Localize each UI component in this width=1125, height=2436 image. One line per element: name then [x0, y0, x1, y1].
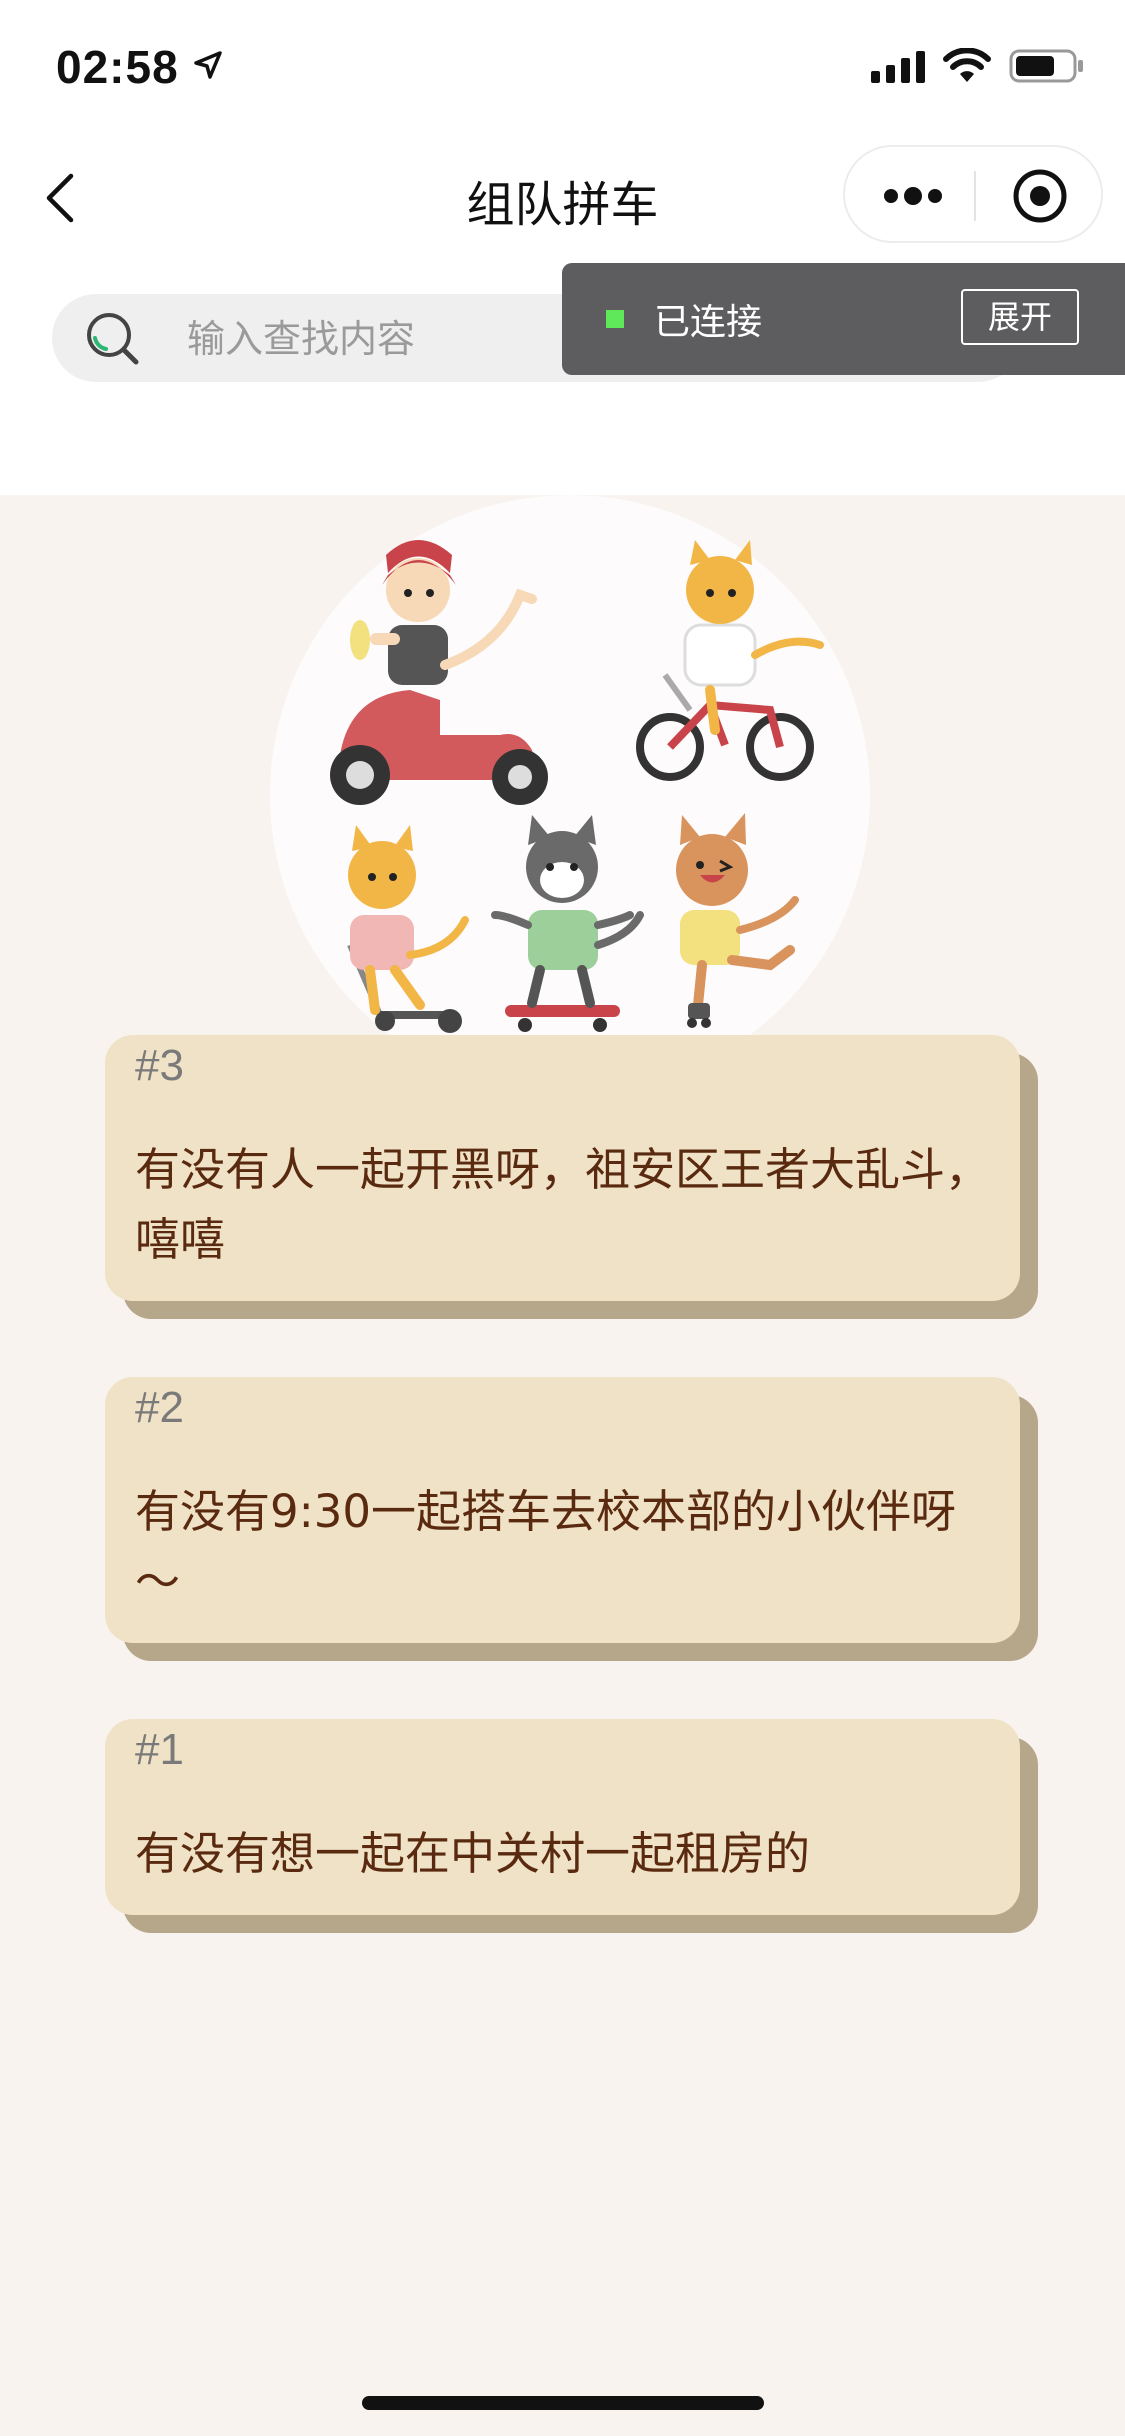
capsule-divider	[974, 171, 976, 221]
wifi-icon	[943, 47, 991, 88]
close-miniprogram-button[interactable]	[990, 167, 1090, 225]
status-time: 02:58	[56, 41, 179, 93]
capsule-menu	[843, 145, 1103, 243]
location-arrow-icon	[193, 50, 223, 84]
post-number: #3	[135, 1041, 184, 1090]
post-text: 有没有9:30一起搭车去校本部的小伙伴呀～	[135, 1485, 957, 1608]
expand-button[interactable]: 展开	[961, 289, 1079, 345]
more-dots-icon	[884, 187, 942, 205]
target-icon	[1013, 169, 1067, 223]
search-icon	[87, 313, 139, 365]
post-text: 有没有人一起开黑呀，祖安区王者大乱斗，嘻嘻	[135, 1143, 991, 1266]
status-bar: 02:58	[0, 0, 1125, 135]
post-text: 有没有想一起在中关村一起租房的	[135, 1827, 811, 1880]
post-card[interactable]: #3 有没有人一起开黑呀，祖安区王者大乱斗，嘻嘻	[105, 1035, 1038, 1319]
cats-illustration	[270, 495, 870, 1035]
signal-icon	[871, 49, 925, 87]
post-card[interactable]: #2 有没有9:30一起搭车去校本部的小伙伴呀～	[105, 1377, 1038, 1661]
connection-status-text: 已连接	[654, 302, 763, 343]
more-button[interactable]	[863, 167, 963, 225]
home-indicator	[362, 2396, 764, 2410]
post-card[interactable]: #1 有没有想一起在中关村一起租房的	[105, 1719, 1038, 1933]
battery-icon	[1009, 48, 1085, 88]
connection-bar: 已连接 展开	[562, 263, 1125, 375]
nav-bar: 组队拼车	[0, 135, 1125, 260]
post-number: #2	[135, 1383, 184, 1432]
connection-status-dot	[606, 310, 624, 328]
post-number: #1	[135, 1725, 184, 1774]
page: 02:58 组队拼车 输入查找内容 已连接 展开 #3 有没有人一起开黑呀，祖安…	[0, 0, 1125, 2436]
